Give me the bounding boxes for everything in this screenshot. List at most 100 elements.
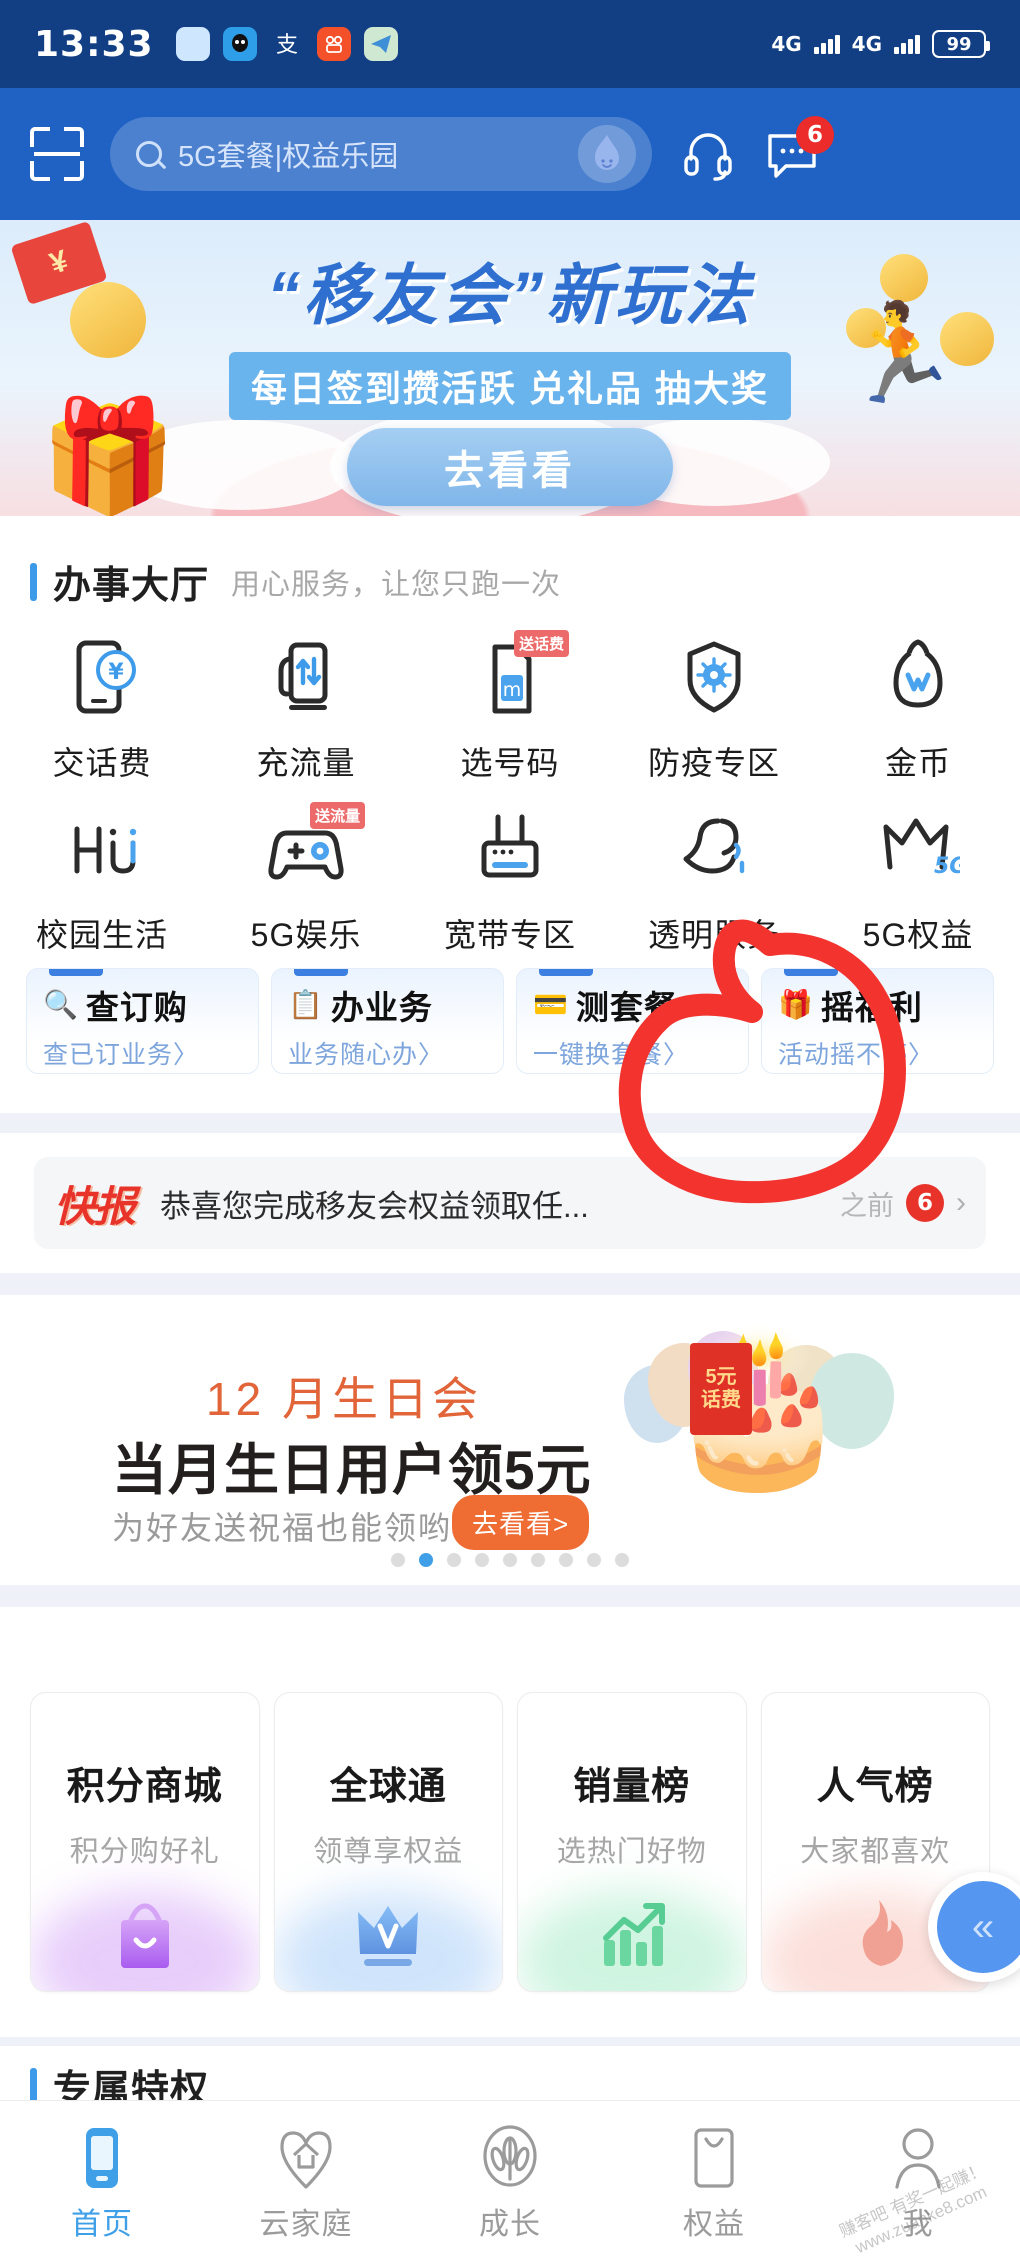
nav-item-growth[interactable]: 成长 — [408, 2123, 612, 2243]
quick-card-chadinggou[interactable]: 🔍 查订购 查已订业务〉 — [26, 968, 259, 1074]
heading-accent-bar — [30, 2067, 37, 2104]
feature-card-quanqiutong[interactable]: 全球通 领尊享权益 — [273, 1692, 503, 1992]
service-item-label: 防疫专区 — [647, 745, 780, 781]
carousel-dot[interactable] — [559, 1553, 573, 1567]
signal-bars-primary — [813, 34, 840, 54]
carousel-dot[interactable] — [503, 1553, 517, 1567]
service-hall-heading: 办事大厅 用心服务，让您只跑一次 — [30, 554, 561, 609]
service-item-label: 充流量 — [256, 745, 356, 781]
nav-item-me[interactable]: 我 — [816, 2123, 1020, 2243]
nav-item-label: 权益 — [683, 2208, 745, 2241]
feature-card-sub: 积分购好礼 — [69, 1836, 220, 1868]
alipay-icon: 支 — [270, 27, 304, 61]
service-item-xuanhaoma[interactable]: m 送话费 选号码 — [408, 630, 612, 784]
headset-icon[interactable] — [680, 126, 736, 182]
hero-banner[interactable]: 🎁 🏃 “移友会”新玩法 每日签到攒活跃 兑礼品 抽大奖 去看看 — [0, 220, 1020, 516]
gamepad-icon: 送流量 — [204, 802, 408, 894]
gift-box-art: 🎁 — [40, 395, 177, 516]
service-item-label: 金币 — [884, 745, 951, 781]
quick-card-cetaocan[interactable]: 💳 测套餐 一键换套餐〉 — [516, 968, 749, 1074]
mobile-app-screen: 13:33 支 4G 4G 99 5G套餐|权益乐园 6 ¥ 🎁 🏃 “移友会”… — [0, 0, 1020, 2267]
sim-card-icon: m 送话费 — [408, 630, 612, 722]
section-divider — [0, 2037, 1020, 2046]
coupon-tag: 5元 话费 — [690, 1343, 752, 1435]
shopping-bag-icon — [109, 1896, 181, 1977]
quick-action-cards: 🔍 查订购 查已订业务〉 📋 办业务 业务随心办〉 💳 测套餐 一键换套餐〉 🎁… — [26, 968, 994, 1074]
carousel-dots[interactable] — [0, 1553, 1020, 1567]
feature-card-title: 销量榜 — [573, 1766, 691, 1808]
data-refuel-icon — [204, 634, 408, 722]
quick-card-sub: 一键换套餐〉 — [533, 1041, 690, 1069]
flame-mascot-icon[interactable] — [578, 125, 636, 183]
search-icon — [136, 141, 162, 167]
birthday-headline: 当月生日用户领5元 — [112, 1439, 592, 1501]
birthday-banner[interactable]: 🎂 5元 话费 12 月生日会 当月生日用户领5元 为好友送祝福也能领哟 去看看… — [0, 1295, 1020, 1585]
service-item-label: 透明服务 — [647, 917, 780, 953]
quick-card-sub: 活动摇不停〉 — [778, 1041, 935, 1069]
search-input[interactable]: 5G套餐|权益乐园 — [110, 117, 652, 191]
service-item-tag: 送流量 — [310, 802, 366, 829]
feature-card-row: 积分商城 积分购好礼 全球通 领尊享权益 销量榜 选热门好物 人气榜 大家都喜欢 — [30, 1692, 990, 1992]
feature-card-xiaoliangbang[interactable]: 销量榜 选热门好物 — [517, 1692, 747, 1992]
hi-campus-icon — [0, 806, 204, 894]
messages-icon — [175, 27, 210, 61]
coin-bag-icon — [816, 634, 1020, 722]
quick-card-sub: 查已订业务〉 — [43, 1041, 200, 1069]
service-item-5gyule[interactable]: 送流量 5G娱乐 — [204, 802, 408, 956]
hero-title: “移友会”新玩法 — [267, 258, 753, 332]
message-bubble-icon[interactable]: 6 — [764, 116, 834, 182]
service-item-label: 5G娱乐 — [250, 917, 362, 953]
privilege-heading: 专属特权 — [30, 2058, 209, 2106]
carousel-dot[interactable] — [615, 1553, 629, 1567]
status-bar-app-icons: 支 — [175, 27, 398, 61]
coupon-amount: 5元 — [705, 1366, 737, 1388]
birthday-month-title: 12 月生日会 — [206, 1373, 482, 1425]
carousel-dot[interactable] — [587, 1553, 601, 1567]
chevron-right-icon[interactable]: › — [956, 1186, 966, 1220]
service-item-xiaoyuan[interactable]: 校园生活 — [0, 806, 204, 956]
service-item-jiaohuafei[interactable]: ¥ 交话费 — [0, 634, 204, 784]
service-item-fangyi[interactable]: 防疫专区 — [612, 634, 816, 784]
service-item-tag: 送话费 — [514, 630, 570, 657]
carousel-dot[interactable] — [531, 1553, 545, 1567]
service-item-jinbi[interactable]: 金币 — [816, 634, 1020, 784]
section-divider — [0, 1585, 1020, 1607]
birthday-cta-button[interactable]: 去看看> — [452, 1495, 590, 1550]
carousel-dot[interactable] — [391, 1553, 405, 1567]
bottom-navigation: 首页 云家庭 成长 权益 我 — [0, 2100, 1020, 2267]
network-type-secondary: 4G — [851, 32, 882, 56]
quick-card-yaofuli[interactable]: 🎁 摇福利 活动摇不停〉 — [761, 968, 994, 1074]
feature-card-title: 人气榜 — [816, 1766, 934, 1808]
service-item-kuandai[interactable]: 宽带专区 — [408, 806, 612, 956]
feature-card-sub: 选热门好物 — [556, 1836, 707, 1868]
hero-subtitle: 每日签到攒活跃 兑礼品 抽大奖 — [228, 352, 792, 420]
scan-code-icon[interactable] — [30, 127, 84, 181]
news-bulletin-row[interactable]: 快报 恭喜您完成移友会权益领取任... 之前 6 › — [34, 1157, 986, 1249]
nav-item-cloud-family[interactable]: 云家庭 — [204, 2123, 408, 2243]
carousel-dot[interactable] — [475, 1553, 489, 1567]
hero-cta-button[interactable]: 去看看 — [347, 428, 673, 506]
service-item-touming[interactable]: 透明服务 — [612, 806, 816, 956]
service-grid-row-1: ¥ 交话费 充流量 m 送话费 选号码 防疫专区 金币 — [0, 630, 1020, 784]
family-heart-icon — [276, 2123, 336, 2193]
carousel-dot[interactable] — [447, 1553, 461, 1567]
service-item-chongliuliang[interactable]: 充流量 — [204, 634, 408, 784]
quick-card-title: 测套餐 — [575, 989, 678, 1026]
quick-card-header: 🎁 摇福利 — [778, 981, 993, 1029]
service-item-5gquanyi[interactable]: 5G 5G权益 — [816, 806, 1020, 956]
service-grid-row-2: 校园生活 送流量 5G娱乐 宽带专区 透明服务 5 5G权益 — [0, 802, 1020, 956]
shield-virus-icon — [612, 634, 816, 722]
nav-item-benefits[interactable]: 权益 — [612, 2123, 816, 2243]
nav-item-label: 成长 — [479, 2208, 541, 2241]
quick-card-title: 摇福利 — [820, 989, 923, 1026]
status-bar: 13:33 支 4G 4G 99 — [0, 0, 1020, 88]
nav-item-home[interactable]: 首页 — [0, 2123, 204, 2243]
quick-card-banyewu[interactable]: 📋 办业务 业务随心办〉 — [271, 968, 504, 1074]
carousel-dot-active[interactable] — [419, 1553, 433, 1567]
news-time: 之前 — [840, 1190, 894, 1221]
nav-item-label: 我 — [902, 2208, 934, 2241]
news-bulletin-section: 快报 恭喜您完成移友会权益领取任... 之前 6 › — [0, 1133, 1020, 1273]
crown-5g-icon: 5G — [816, 806, 1020, 894]
feature-card-jifenshangcheng[interactable]: 积分商城 积分购好礼 — [30, 1692, 260, 1992]
birthday-tip: 为好友送祝福也能领哟 — [112, 1510, 453, 1546]
